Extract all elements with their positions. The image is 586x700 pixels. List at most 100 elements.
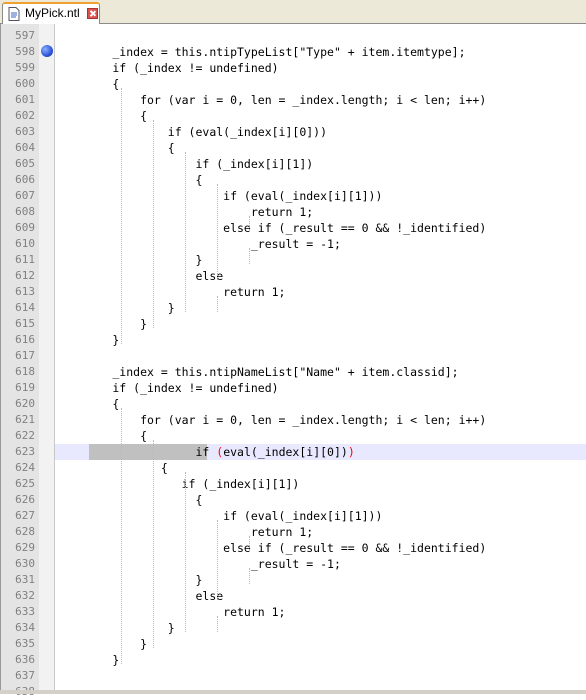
code-line[interactable]: 632 else xyxy=(1,588,586,604)
code-line[interactable]: 616 } xyxy=(1,332,586,348)
code-line[interactable]: 621 for (var i = 0, len = _index.length;… xyxy=(1,412,586,428)
line-number: 601 xyxy=(15,93,35,106)
code-line[interactable]: 615 } xyxy=(1,316,586,332)
code-line[interactable]: 634 } xyxy=(1,620,586,636)
indent-guide xyxy=(153,440,154,648)
line-number: 602 xyxy=(15,109,35,122)
line-number: 636 xyxy=(15,653,35,666)
line-number: 599 xyxy=(15,61,35,74)
line-number: 604 xyxy=(15,141,35,154)
line-number: 621 xyxy=(15,413,35,426)
code-text: { xyxy=(57,173,203,187)
code-line[interactable]: 637 xyxy=(1,668,586,684)
code-text: } xyxy=(57,253,203,267)
line-number: 632 xyxy=(15,589,35,602)
line-number: 624 xyxy=(15,461,35,474)
indent-guide xyxy=(249,216,250,232)
code-text: _result = -1; xyxy=(57,237,341,251)
code-line[interactable]: 603 if (eval(_index[i][0])) xyxy=(1,124,586,140)
line-number: 629 xyxy=(15,541,35,554)
code-text: else xyxy=(57,269,224,283)
code-line[interactable]: 625 if (_index[i][1]) xyxy=(1,476,586,492)
tab-mypick[interactable]: MyPick.ntl xyxy=(2,2,100,24)
line-number: 618 xyxy=(15,365,35,378)
code-line[interactable]: 626 { xyxy=(1,492,586,508)
code-line[interactable]: 608 return 1; xyxy=(1,204,586,220)
code-line[interactable]: 613 return 1; xyxy=(1,284,586,300)
tab-bar: MyPick.ntl xyxy=(0,0,586,24)
line-number: 628 xyxy=(15,525,35,538)
code-line[interactable]: 612 else xyxy=(1,268,586,284)
line-number: 623 xyxy=(15,445,35,458)
line-number: 627 xyxy=(15,509,35,522)
indent-guide xyxy=(121,408,122,664)
code-line[interactable]: 630 _result = -1; xyxy=(1,556,586,572)
indent-guide xyxy=(249,248,250,264)
code-text: { xyxy=(57,77,120,91)
code-line[interactable]: 627 if (eval(_index[i][1])) xyxy=(1,508,586,524)
code-line[interactable]: 599 if (_index != undefined) xyxy=(1,60,586,76)
line-number: 603 xyxy=(15,125,35,138)
code-line[interactable]: 624 { xyxy=(1,460,586,476)
code-line[interactable]: 620 { xyxy=(1,396,586,412)
line-number: 617 xyxy=(15,349,35,362)
code-text: _index = this.ntipNameList["Name" + item… xyxy=(57,365,459,379)
code-editor[interactable]: 597 598 _index = this.ntipTypeList["Type"… xyxy=(0,24,586,698)
code-line[interactable]: 602 { xyxy=(1,108,586,124)
code-line[interactable]: 622 { xyxy=(1,428,586,444)
close-icon[interactable] xyxy=(87,8,98,19)
code-text: if (_index[i][1]) xyxy=(57,477,300,491)
line-number: 630 xyxy=(15,557,35,570)
code-text: _index = this.ntipTypeList["Type" + item… xyxy=(57,45,466,59)
code-line[interactable]: 633 return 1; xyxy=(1,604,586,620)
code-text: _result = -1; xyxy=(57,557,341,571)
line-number: 608 xyxy=(15,205,35,218)
indent-guide xyxy=(249,536,250,552)
code-text: } xyxy=(57,653,120,667)
code-line[interactable]: 636 } xyxy=(1,652,586,668)
code-line[interactable]: 597 xyxy=(1,28,586,44)
indent-guide xyxy=(185,152,186,312)
code-line[interactable]: 598 _index = this.ntipTypeList["Type" + … xyxy=(1,44,586,60)
code-line[interactable]: 610 _result = -1; xyxy=(1,236,586,252)
code-line[interactable]: 623 if (eval(_index[i][0])) xyxy=(1,444,586,460)
horizontal-scrollbar[interactable] xyxy=(0,690,586,694)
code-line[interactable]: 607 if (eval(_index[i][1])) xyxy=(1,188,586,204)
code-line[interactable]: 601 for (var i = 0, len = _index.length;… xyxy=(1,92,586,108)
line-number: 635 xyxy=(15,637,35,650)
matched-paren-close: ) xyxy=(347,445,355,459)
code-line[interactable]: 606 { xyxy=(1,172,586,188)
code-text: return 1; xyxy=(57,285,286,299)
code-token: if xyxy=(57,445,217,459)
code-line[interactable]: 604 { xyxy=(1,140,586,156)
line-number: 607 xyxy=(15,189,35,202)
code-line[interactable]: 619 if (_index != undefined) xyxy=(1,380,586,396)
code-line[interactable]: 609 else if (_result == 0 && !_identifie… xyxy=(1,220,586,236)
code-line[interactable]: 628 return 1; xyxy=(1,524,586,540)
code-line[interactable]: 614 } xyxy=(1,300,586,316)
line-number: 609 xyxy=(15,221,35,234)
code-line[interactable]: 629 else if (_result == 0 && !_identifie… xyxy=(1,540,586,556)
code-text: { xyxy=(57,109,148,123)
indent-guide xyxy=(217,616,218,632)
code-line[interactable]: 631 } xyxy=(1,572,586,588)
line-number: 612 xyxy=(15,269,35,282)
breakpoint-icon[interactable] xyxy=(41,45,53,57)
code-text: if (_index != undefined) xyxy=(57,61,279,75)
line-number: 622 xyxy=(15,429,35,442)
code-line[interactable]: 635 } xyxy=(1,636,586,652)
line-number: 605 xyxy=(15,157,35,170)
code-line[interactable]: 605 if (_index[i][1]) xyxy=(1,156,586,172)
code-text: if (eval(_index[i][1])) xyxy=(57,189,383,203)
code-line[interactable]: 611 } xyxy=(1,252,586,268)
code-text: } xyxy=(57,573,203,587)
code-line[interactable]: 618 _index = this.ntipNameList["Name" + … xyxy=(1,364,586,380)
line-number: 616 xyxy=(15,333,35,346)
line-number: 637 xyxy=(15,669,35,682)
indent-guide xyxy=(217,520,218,600)
line-number: 631 xyxy=(15,573,35,586)
code-line[interactable]: 600 { xyxy=(1,76,586,92)
code-token: eval(_index[i][0]) xyxy=(223,445,348,459)
indent-guide xyxy=(121,88,122,344)
code-line[interactable]: 617 xyxy=(1,348,586,364)
